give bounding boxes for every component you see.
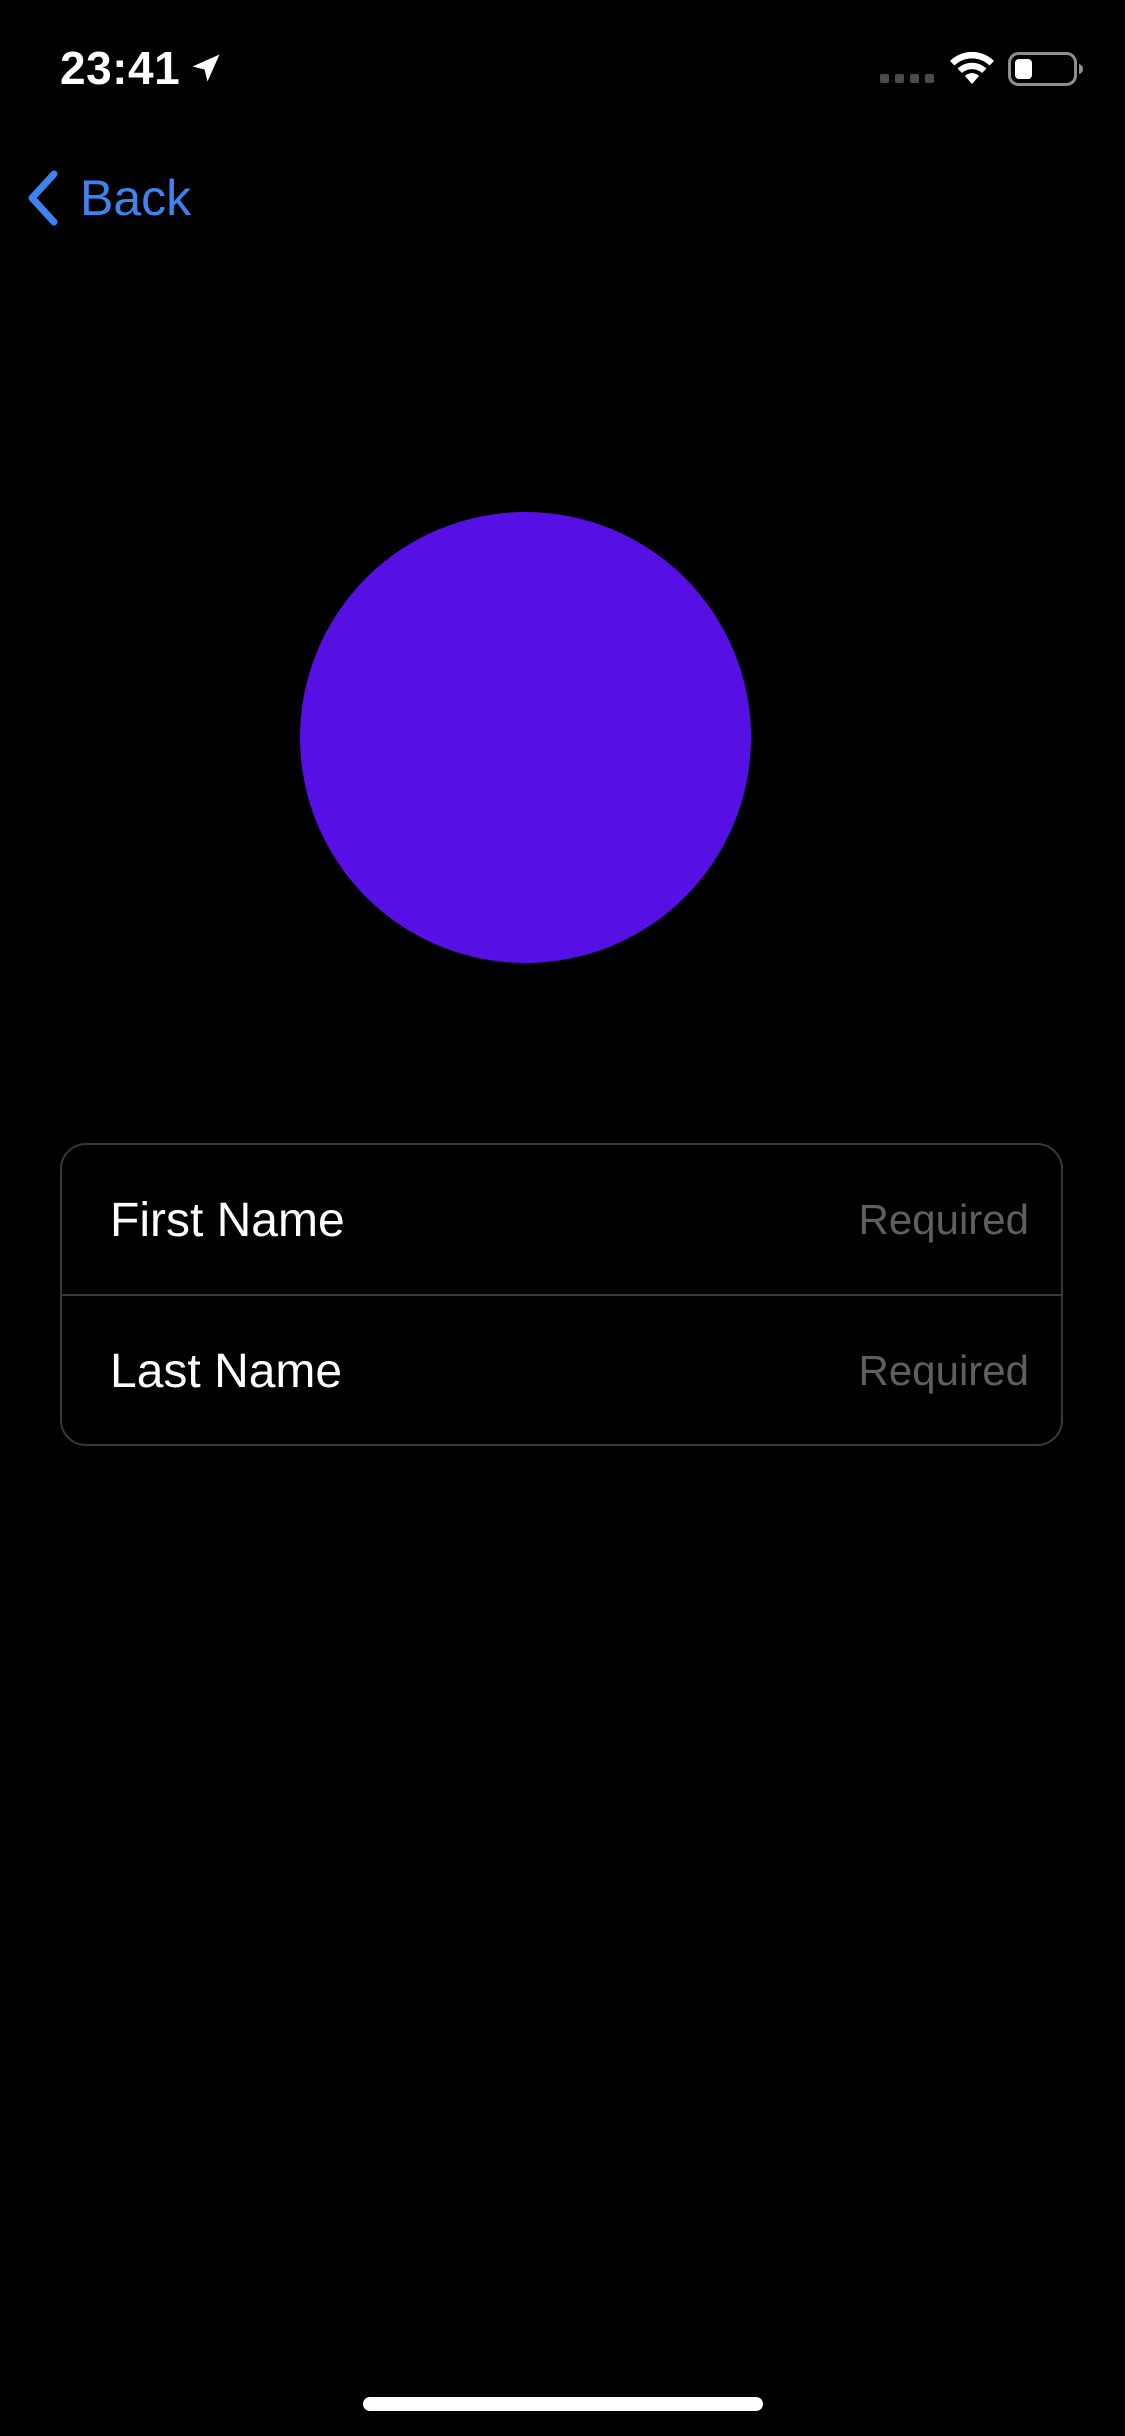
location-arrow-icon	[192, 54, 220, 82]
back-label: Back	[80, 170, 192, 226]
name-form: First Name Last Name	[60, 1143, 1063, 1446]
last-name-input[interactable]	[609, 1347, 1029, 1395]
status-time: 23:41	[60, 42, 181, 94]
first-name-row[interactable]: First Name	[62, 1145, 1061, 1295]
cellular-signal-icon	[880, 74, 934, 83]
battery-icon	[1008, 52, 1083, 86]
status-bar: 23:41	[0, 0, 1125, 132]
chevron-left-icon	[28, 170, 58, 226]
avatar[interactable]	[300, 512, 751, 963]
back-button[interactable]: Back	[22, 166, 191, 230]
last-name-row[interactable]: Last Name	[62, 1296, 1061, 1444]
first-name-label: First Name	[110, 1193, 345, 1247]
last-name-label: Last Name	[110, 1344, 343, 1398]
home-indicator[interactable]	[363, 2397, 763, 2411]
wifi-icon	[950, 51, 994, 84]
first-name-input[interactable]	[609, 1196, 1029, 1244]
